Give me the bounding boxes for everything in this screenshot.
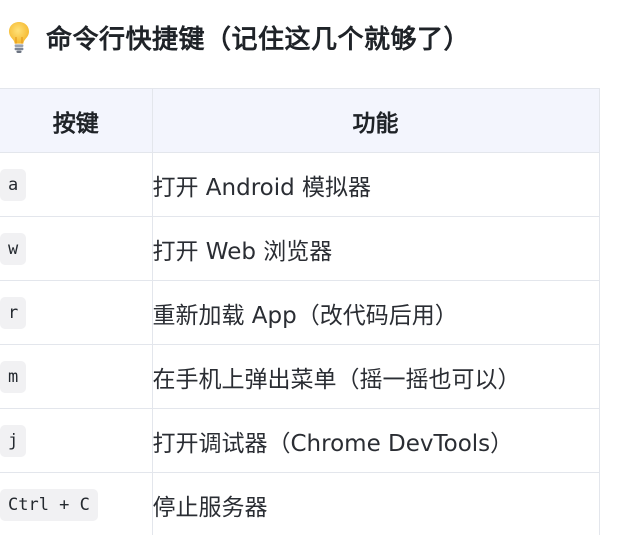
key-cell: w [0, 216, 153, 281]
section-title: 命令行快捷键（记住这几个就够了） [46, 24, 471, 55]
lightbulb-icon [9, 22, 29, 53]
function-cell: 打开 Web 浏览器 [151, 216, 600, 281]
function-cell: 在手机上弹出菜单（摇一摇也可以） [151, 344, 600, 409]
shortcut-table: 按键 功能 a 打开 Android 模拟器 w 打开 Web 浏览器 r 重新… [0, 88, 600, 535]
key-cell: r [0, 280, 153, 345]
function-cell: 重新加载 App（改代码后用） [151, 280, 600, 345]
function-cell: 打开 Android 模拟器 [151, 152, 600, 217]
key-badge: m [0, 360, 27, 393]
key-cell: Ctrl + C [0, 472, 153, 535]
key-cell: m [0, 344, 153, 409]
function-cell: 打开调试器（Chrome DevTools） [151, 408, 600, 473]
function-cell: 停止服务器 [151, 472, 600, 535]
key-badge: Ctrl + C [0, 488, 98, 521]
section-heading: 命令行快捷键（记住这几个就够了） [6, 16, 470, 58]
key-badge: j [0, 424, 27, 457]
key-cell: a [0, 152, 153, 217]
key-cell: j [0, 408, 153, 473]
table-row: w 打开 Web 浏览器 [0, 216, 600, 281]
table-row: Ctrl + C 停止服务器 [0, 472, 600, 535]
table-row: m 在手机上弹出菜单（摇一摇也可以） [0, 344, 600, 409]
table-header-row: 按键 功能 [0, 88, 600, 153]
column-header-function: 功能 [151, 88, 600, 153]
key-badge: r [0, 296, 27, 329]
table-row: r 重新加载 App（改代码后用） [0, 280, 600, 345]
table-row: j 打开调试器（Chrome DevTools） [0, 408, 600, 473]
key-badge: w [0, 232, 27, 265]
column-header-key: 按键 [0, 88, 153, 153]
key-badge: a [0, 168, 27, 201]
table-row: a 打开 Android 模拟器 [0, 152, 600, 217]
